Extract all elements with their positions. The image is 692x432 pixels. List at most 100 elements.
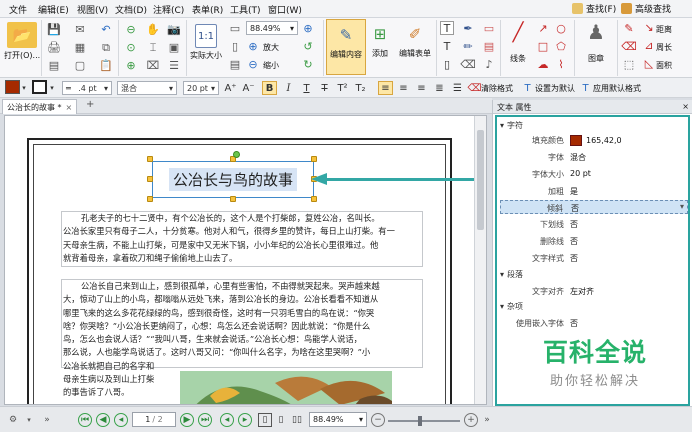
zoom-in-button[interactable]: 放大 bbox=[263, 42, 279, 53]
scan-icon[interactable]: ▤ bbox=[46, 57, 62, 73]
vertical-scrollbar[interactable] bbox=[474, 116, 486, 404]
advanced-search-button[interactable]: 高级查找 bbox=[621, 2, 671, 15]
email-icon[interactable]: ✉ bbox=[72, 21, 88, 37]
menu-document[interactable]: 文档(D) bbox=[115, 3, 147, 16]
zoom-select[interactable]: 88.49% ▾ bbox=[246, 21, 298, 35]
fill-color-chip[interactable] bbox=[570, 135, 582, 146]
prev-view-icon[interactable]: ⊙ bbox=[123, 39, 139, 55]
stroke-width-select[interactable]: ═ .4 pt ▾ bbox=[62, 81, 112, 95]
property-italic[interactable]: 倾斜 否 ▾ bbox=[500, 200, 688, 214]
property-bold[interactable]: 加粗 是 bbox=[500, 184, 688, 198]
shrink-font-icon[interactable]: A⁻ bbox=[241, 81, 256, 95]
camera-icon[interactable]: 📷 bbox=[166, 21, 182, 37]
cloud-icon[interactable]: ☁ bbox=[536, 57, 550, 71]
close-icon[interactable]: × bbox=[66, 103, 73, 112]
properties-icon[interactable]: ▦ bbox=[72, 39, 88, 55]
zoom-out-icon[interactable]: − bbox=[371, 413, 385, 427]
underline-icon[interactable]: T bbox=[299, 81, 314, 95]
edit-line-icon[interactable]: ✎ bbox=[622, 21, 636, 35]
edit-form-button[interactable]: ✐ 编辑表单 bbox=[399, 22, 431, 59]
document-tab[interactable]: 公治长的故事 * × bbox=[2, 99, 78, 114]
pencil-icon[interactable]: ✏ bbox=[461, 39, 475, 53]
fit-page-icon[interactable]: ▭ bbox=[228, 21, 242, 35]
prev-icon[interactable]: ◂ bbox=[114, 413, 128, 427]
note-icon[interactable]: ▭ bbox=[482, 21, 496, 35]
open-button[interactable]: 📂 打开(O)... bbox=[4, 22, 40, 61]
highlight-icon[interactable]: ✒ bbox=[461, 21, 475, 35]
page-number-input[interactable]: 1 / 2 bbox=[132, 412, 176, 427]
clear-format-button[interactable]: 清除格式 bbox=[481, 83, 513, 94]
eraser-icon[interactable]: ⌫ bbox=[460, 57, 476, 71]
resize-handle[interactable] bbox=[147, 196, 153, 202]
font-name-select[interactable]: 混合 ▾ bbox=[117, 81, 177, 95]
page-icon[interactable]: ▢ bbox=[72, 57, 88, 73]
document-title[interactable]: 公冶长与鸟的故事 bbox=[168, 168, 297, 191]
settings-icon[interactable]: ⚙ bbox=[6, 413, 20, 427]
zoom-out-button[interactable]: 缩小 bbox=[263, 60, 279, 71]
chevron-down-icon[interactable]: ▾ bbox=[680, 202, 684, 211]
close-icon[interactable]: × bbox=[682, 102, 689, 111]
menu-window[interactable]: 窗口(W) bbox=[268, 3, 302, 16]
property-underline[interactable]: 下划线 否 bbox=[500, 217, 688, 231]
facing-page-icon[interactable]: ▯▯ bbox=[290, 413, 304, 427]
resize-handle[interactable] bbox=[230, 196, 236, 202]
section-character[interactable]: ▾ 字符 bbox=[500, 120, 523, 131]
fit-visible-icon[interactable]: ▤ bbox=[228, 57, 242, 71]
align-right-icon[interactable]: ≡ bbox=[414, 81, 429, 95]
stroke-color-swatch[interactable] bbox=[32, 80, 47, 94]
file-attach-icon[interactable]: ▤ bbox=[482, 39, 496, 53]
snapshot-icon[interactable]: ⌧ bbox=[145, 57, 161, 73]
zoom-out-icon[interactable]: ⊖ bbox=[246, 57, 260, 71]
hand-icon[interactable]: ✋ bbox=[145, 21, 161, 37]
callout-icon[interactable]: T bbox=[440, 39, 454, 53]
eraser-tool-icon[interactable]: ⌫ bbox=[621, 39, 637, 53]
document-view[interactable]: 公冶长与鸟的故事 孔老夫子的七十二贤中，有个公冶长的，这个人是个打柴郎，复姓公冶… bbox=[4, 115, 487, 405]
textbox-icon[interactable]: ▯ bbox=[440, 57, 454, 71]
property-strikethrough[interactable]: 删除线 否 bbox=[500, 234, 688, 248]
status-zoom-select[interactable]: 88.49% ▾ bbox=[309, 412, 367, 427]
property-text-style[interactable]: 文字样式 否 bbox=[500, 251, 688, 265]
menu-view[interactable]: 视图(V) bbox=[77, 3, 108, 16]
zoom-tool-icon[interactable]: ⊕ bbox=[301, 21, 315, 35]
stamp-button[interactable]: ♟ 图章 bbox=[582, 20, 610, 64]
property-embed-font[interactable]: 使用嵌入字体 否 bbox=[500, 316, 688, 330]
expand-icon[interactable]: » bbox=[480, 413, 494, 427]
grow-font-icon[interactable]: A⁺ bbox=[223, 81, 238, 95]
expand-icon[interactable]: » bbox=[40, 413, 54, 427]
sound-icon[interactable]: ♪ bbox=[482, 57, 496, 71]
align-left-icon[interactable]: ≡ bbox=[378, 81, 393, 95]
justify-icon[interactable]: ≣ bbox=[432, 81, 447, 95]
new-tab-icon[interactable]: + bbox=[86, 99, 94, 110]
menu-comment[interactable]: 注释(C) bbox=[153, 3, 184, 16]
single-page-icon[interactable]: ▯ bbox=[258, 413, 272, 427]
polyline-icon[interactable]: ⌇ bbox=[554, 57, 568, 71]
distance-button[interactable]: 距离 bbox=[656, 24, 672, 35]
copy-icon[interactable]: ⧉ bbox=[98, 39, 114, 55]
search-button[interactable]: 查找(F) bbox=[572, 2, 616, 15]
area-button[interactable]: 面积 bbox=[656, 60, 672, 71]
print-icon[interactable]: 🖨 bbox=[46, 39, 62, 55]
menu-form[interactable]: 表单(R) bbox=[192, 3, 223, 16]
apply-default-button[interactable]: 应用默认格式 bbox=[593, 83, 641, 94]
selected-title-textbox[interactable]: 公冶长与鸟的故事 bbox=[152, 161, 314, 198]
select-area-icon[interactable]: ⬚ bbox=[622, 57, 636, 71]
align-center-icon[interactable]: ≡ bbox=[396, 81, 411, 95]
continuous-page-icon[interactable]: ▯ bbox=[274, 413, 288, 427]
add-button[interactable]: ⊞ 添加 bbox=[366, 22, 394, 59]
back-icon[interactable]: ⊖ bbox=[123, 21, 139, 37]
scrollbar-thumb[interactable] bbox=[477, 130, 484, 230]
strikethrough-icon[interactable]: T bbox=[317, 81, 332, 95]
save-icon[interactable]: 💾 bbox=[46, 21, 62, 37]
forward-view-icon[interactable]: ▸ bbox=[238, 413, 252, 427]
superscript-icon[interactable]: T² bbox=[335, 81, 350, 95]
first-page-icon[interactable]: ⏮ bbox=[78, 413, 92, 427]
section-misc[interactable]: ▾ 杂项 bbox=[500, 301, 523, 312]
rotate-left-icon[interactable]: ↺ bbox=[301, 39, 315, 53]
menu-tools[interactable]: 工具(T) bbox=[230, 3, 261, 16]
next-page-icon[interactable]: ▶ bbox=[180, 413, 194, 427]
property-fill-color[interactable]: 填充颜色 165,42,0 bbox=[500, 133, 688, 147]
rotate-handle[interactable] bbox=[233, 151, 240, 158]
subscript-icon[interactable]: T₂ bbox=[353, 81, 368, 95]
property-text-align[interactable]: 文字对齐 左对齐 bbox=[500, 284, 688, 298]
chevron-down-icon[interactable]: ▾ bbox=[48, 81, 56, 95]
